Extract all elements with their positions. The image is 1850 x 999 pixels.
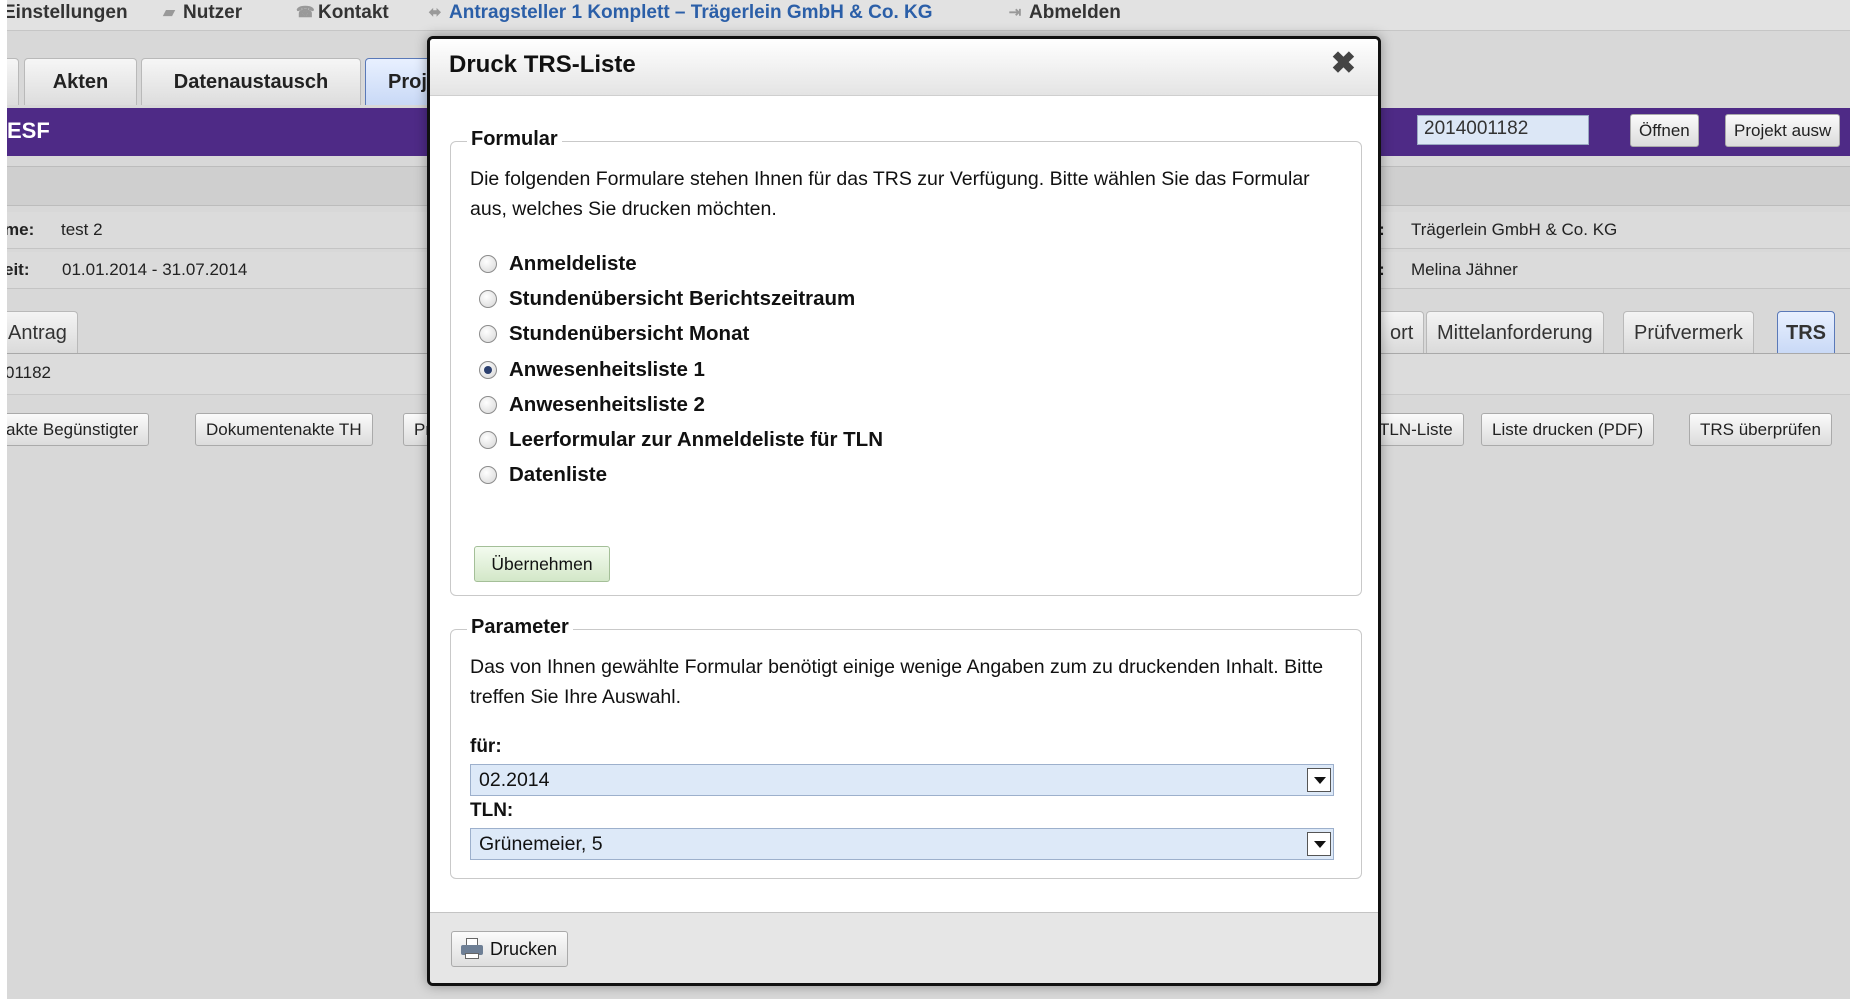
users-link[interactable]: ▰ Nutzer <box>161 2 242 24</box>
project-number-input[interactable]: 2014001182 <box>1417 115 1589 145</box>
fuer-select-value: 02.2014 <box>479 769 550 791</box>
tln-label: TLN: <box>470 800 514 821</box>
settings-link[interactable]: Einstellungen <box>7 2 128 24</box>
parameter-legend: Parameter <box>467 616 573 639</box>
print-list-pdf-button[interactable]: Liste drucken (PDF) <box>1481 413 1655 446</box>
begunstigter-button[interactable]: akte Begünstigter <box>7 413 150 446</box>
dialog-header: Druck TRS-Liste ✖ <box>430 39 1378 96</box>
radio-button[interactable] <box>479 431 497 449</box>
users-label: Nutzer <box>183 2 243 23</box>
formular-option-label: Stundenübersicht Monat <box>509 322 750 346</box>
contact-label: Kontakt <box>318 2 389 23</box>
project-id-text: 01182 <box>7 363 52 382</box>
formular-option[interactable]: Datenliste <box>479 463 607 487</box>
period-key: eit: <box>7 260 30 279</box>
formular-description: Die folgenden Formulare stehen Ihnen für… <box>470 168 1310 220</box>
radio-button[interactable] <box>479 325 497 344</box>
formular-fieldset: Formular Die folgenden Formulare stehen … <box>450 128 1362 596</box>
top-menu-bar: Einstellungen ▰ Nutzer ☎ Kontakt ⬌ Antra… <box>7 0 1850 31</box>
formular-option-label: Leerformular zur Anmeldeliste für TLN <box>509 428 883 451</box>
tab-pruefvermerk[interactable]: Prüfvermerk <box>1623 311 1754 353</box>
print-button-label: Drucken <box>490 939 558 959</box>
tln-select[interactable]: Grünemeier, 5 <box>470 828 1334 860</box>
printer-icon <box>460 938 484 960</box>
org-value: Trägerlein GmbH & Co. KG <box>1411 220 1618 239</box>
print-dialog: Druck TRS-Liste ✖ Formular Die folgenden… <box>427 36 1381 986</box>
applicant-link[interactable]: ⬌ Antragsteller 1 Komplett – Trägerlein … <box>427 2 933 24</box>
fuer-select[interactable]: 02.2014 <box>470 764 1334 796</box>
chevron-down-icon[interactable] <box>1307 832 1331 856</box>
radio-button[interactable] <box>479 395 497 414</box>
logout-icon: ⇥ <box>1008 4 1022 21</box>
formular-option[interactable]: Anmeldeliste <box>479 252 637 276</box>
tab-hidden[interactable] <box>7 58 19 105</box>
dialog-title: Druck TRS-Liste <box>449 51 636 78</box>
dokumentenakte-button[interactable]: Dokumentenakte TH <box>195 413 373 446</box>
select-project-button[interactable]: Projekt ausw <box>1725 114 1841 147</box>
radio-button[interactable] <box>479 290 497 309</box>
users-icon: ▰ <box>163 4 175 21</box>
fuer-label: für: <box>470 736 502 757</box>
logout-label: Abmelden <box>1029 2 1121 23</box>
tab-mittelanforderung[interactable]: Mittelanforderung <box>1426 311 1604 353</box>
open-project-button[interactable]: Öffnen <box>1630 114 1699 147</box>
tab-antrag[interactable]: Antrag <box>7 311 78 353</box>
formular-option[interactable]: Leerformular zur Anmeldeliste für TLN <box>479 428 883 452</box>
name-key: me: <box>7 220 35 239</box>
print-button[interactable]: Drucken <box>451 931 569 967</box>
formular-legend: Formular <box>467 128 562 151</box>
formular-option-label: Anmeldeliste <box>509 252 637 275</box>
phone-icon: ☎ <box>296 4 315 21</box>
formular-option-label: Anwesenheitsliste 2 <box>509 392 705 416</box>
radio-button[interactable] <box>479 255 497 273</box>
formular-option-label: Datenliste <box>509 463 607 487</box>
radio-button[interactable] <box>479 466 497 485</box>
tln-list-button[interactable]: TLN-Liste <box>1372 413 1464 446</box>
tab-akten[interactable]: Akten <box>24 58 137 105</box>
tab-trs[interactable]: TRS <box>1777 311 1835 353</box>
trs-check-button[interactable]: TRS überprüfen <box>1689 413 1832 446</box>
parameter-fieldset: Parameter Das von Ihnen gewählte Formula… <box>450 616 1362 879</box>
settings-label: Einstellungen <box>7 2 128 23</box>
chevron-down-icon[interactable] <box>1307 768 1331 792</box>
close-icon[interactable]: ✖ <box>1331 49 1356 79</box>
apply-button[interactable]: Übernehmen <box>474 546 610 582</box>
name-value: test 2 <box>61 220 103 239</box>
dialog-footer: Drucken <box>430 912 1378 983</box>
parameter-description: Das von Ihnen gewählte Formular benötigt… <box>470 656 1324 708</box>
formular-option-label: Anwesenheitsliste 1 <box>509 357 705 381</box>
logout-link[interactable]: ⇥ Abmelden <box>1007 2 1121 24</box>
contact-value: Melina Jähner <box>1411 260 1518 279</box>
formular-option[interactable]: Anwesenheitsliste 1 <box>479 358 705 382</box>
radio-button[interactable] <box>479 360 497 379</box>
formular-option-label: Stundenübersicht Berichtszeitraum <box>509 287 856 311</box>
contact-link[interactable]: ☎ Kontakt <box>296 2 389 24</box>
tln-select-value: Grünemeier, 5 <box>479 833 603 855</box>
formular-option[interactable]: Anwesenheitsliste 2 <box>479 393 705 417</box>
formular-option[interactable]: Stundenübersicht Berichtszeitraum <box>479 287 855 311</box>
applicant-label: Antragsteller 1 Komplett – Trägerlein Gm… <box>449 2 933 23</box>
project-bar-title: ESF <box>7 118 50 143</box>
applicant-icon: ⬌ <box>428 4 442 21</box>
tab-datenaustausch[interactable]: Datenaustausch <box>141 58 361 105</box>
period-value: 01.01.2014 - 31.07.2014 <box>62 260 248 279</box>
formular-option[interactable]: Stundenübersicht Monat <box>479 322 749 346</box>
